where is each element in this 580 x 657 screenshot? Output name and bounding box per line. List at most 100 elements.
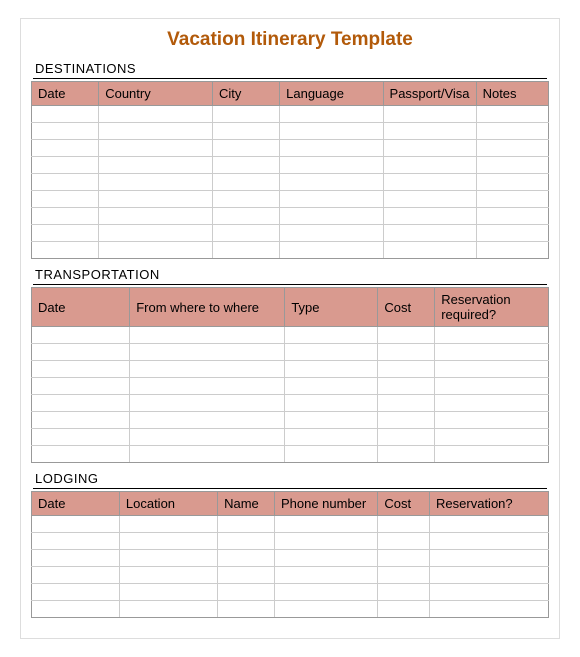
table-cell[interactable]	[476, 208, 548, 225]
table-cell[interactable]	[430, 584, 549, 601]
table-cell[interactable]	[378, 378, 435, 395]
table-cell[interactable]	[32, 191, 99, 208]
table-cell[interactable]	[32, 584, 120, 601]
table-cell[interactable]	[274, 533, 377, 550]
table-cell[interactable]	[378, 412, 435, 429]
table-cell[interactable]	[32, 378, 130, 395]
table-cell[interactable]	[218, 567, 275, 584]
table-cell[interactable]	[378, 395, 435, 412]
table-cell[interactable]	[130, 327, 285, 344]
table-cell[interactable]	[212, 157, 279, 174]
table-cell[interactable]	[285, 395, 378, 412]
table-cell[interactable]	[218, 584, 275, 601]
table-cell[interactable]	[218, 533, 275, 550]
table-cell[interactable]	[383, 157, 476, 174]
table-cell[interactable]	[430, 567, 549, 584]
table-cell[interactable]	[99, 242, 213, 259]
table-cell[interactable]	[274, 550, 377, 567]
table-cell[interactable]	[32, 429, 130, 446]
table-cell[interactable]	[430, 533, 549, 550]
table-cell[interactable]	[383, 106, 476, 123]
table-cell[interactable]	[378, 516, 430, 533]
table-cell[interactable]	[476, 191, 548, 208]
table-cell[interactable]	[32, 123, 99, 140]
table-cell[interactable]	[32, 446, 130, 463]
table-cell[interactable]	[32, 174, 99, 191]
table-cell[interactable]	[130, 395, 285, 412]
table-cell[interactable]	[130, 412, 285, 429]
table-cell[interactable]	[378, 361, 435, 378]
table-cell[interactable]	[119, 550, 217, 567]
table-cell[interactable]	[218, 601, 275, 618]
table-cell[interactable]	[476, 225, 548, 242]
table-cell[interactable]	[32, 327, 130, 344]
table-cell[interactable]	[435, 446, 549, 463]
table-cell[interactable]	[430, 516, 549, 533]
table-cell[interactable]	[32, 344, 130, 361]
table-cell[interactable]	[212, 191, 279, 208]
table-cell[interactable]	[280, 157, 383, 174]
table-cell[interactable]	[285, 327, 378, 344]
table-cell[interactable]	[119, 601, 217, 618]
table-cell[interactable]	[435, 378, 549, 395]
table-cell[interactable]	[383, 225, 476, 242]
table-cell[interactable]	[32, 140, 99, 157]
table-cell[interactable]	[280, 191, 383, 208]
table-cell[interactable]	[285, 429, 378, 446]
table-cell[interactable]	[378, 550, 430, 567]
table-cell[interactable]	[280, 174, 383, 191]
table-cell[interactable]	[378, 446, 435, 463]
table-cell[interactable]	[119, 584, 217, 601]
table-cell[interactable]	[435, 412, 549, 429]
table-cell[interactable]	[32, 533, 120, 550]
table-cell[interactable]	[285, 412, 378, 429]
table-cell[interactable]	[99, 140, 213, 157]
table-cell[interactable]	[378, 601, 430, 618]
table-cell[interactable]	[130, 429, 285, 446]
table-cell[interactable]	[32, 106, 99, 123]
table-cell[interactable]	[130, 344, 285, 361]
table-cell[interactable]	[435, 395, 549, 412]
table-cell[interactable]	[212, 225, 279, 242]
table-cell[interactable]	[32, 157, 99, 174]
table-cell[interactable]	[430, 550, 549, 567]
table-cell[interactable]	[476, 157, 548, 174]
table-cell[interactable]	[99, 123, 213, 140]
table-cell[interactable]	[32, 516, 120, 533]
table-cell[interactable]	[476, 140, 548, 157]
table-cell[interactable]	[99, 191, 213, 208]
table-cell[interactable]	[378, 344, 435, 361]
table-cell[interactable]	[383, 140, 476, 157]
table-cell[interactable]	[435, 344, 549, 361]
table-cell[interactable]	[285, 446, 378, 463]
table-cell[interactable]	[383, 242, 476, 259]
table-cell[interactable]	[435, 327, 549, 344]
table-cell[interactable]	[218, 516, 275, 533]
table-cell[interactable]	[130, 361, 285, 378]
table-cell[interactable]	[383, 208, 476, 225]
table-cell[interactable]	[274, 601, 377, 618]
table-cell[interactable]	[280, 225, 383, 242]
table-cell[interactable]	[383, 123, 476, 140]
table-cell[interactable]	[32, 242, 99, 259]
table-cell[interactable]	[274, 584, 377, 601]
table-cell[interactable]	[476, 123, 548, 140]
table-cell[interactable]	[99, 225, 213, 242]
table-cell[interactable]	[212, 106, 279, 123]
table-cell[interactable]	[212, 174, 279, 191]
table-cell[interactable]	[99, 174, 213, 191]
table-cell[interactable]	[99, 157, 213, 174]
table-cell[interactable]	[130, 446, 285, 463]
table-cell[interactable]	[119, 533, 217, 550]
table-cell[interactable]	[130, 378, 285, 395]
table-cell[interactable]	[383, 191, 476, 208]
table-cell[interactable]	[378, 584, 430, 601]
table-cell[interactable]	[378, 533, 430, 550]
table-cell[interactable]	[32, 208, 99, 225]
table-cell[interactable]	[285, 361, 378, 378]
table-cell[interactable]	[280, 106, 383, 123]
table-cell[interactable]	[99, 106, 213, 123]
table-cell[interactable]	[274, 516, 377, 533]
table-cell[interactable]	[476, 106, 548, 123]
table-cell[interactable]	[32, 225, 99, 242]
